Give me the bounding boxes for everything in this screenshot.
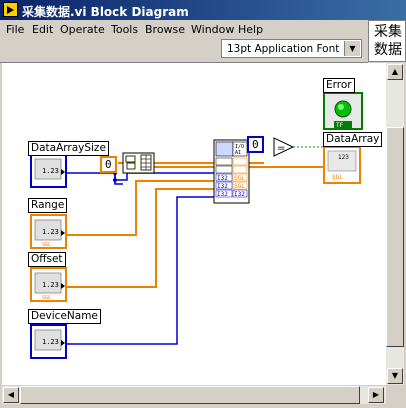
window-title: 采集数据.vi Block Diagram — [22, 5, 189, 19]
svg-text:1.23: 1.23 — [42, 338, 59, 346]
constant-zero-left[interactable]: 0 — [100, 156, 117, 173]
error-type-label: TF — [336, 122, 344, 129]
scroll-left-icon[interactable]: ◀ — [3, 387, 19, 403]
menu-bar: File Edit Operate Tools Browse Window He… — [0, 20, 368, 38]
svg-text:I32: I32 — [217, 175, 228, 182]
font-select[interactable]: 13pt Application Font ▼ — [221, 39, 362, 58]
menu-tools[interactable]: Tools — [111, 23, 138, 36]
horizontal-scroll-thumb[interactable] — [20, 386, 360, 404]
scroll-down-icon[interactable]: ▼ — [387, 368, 403, 384]
control-terminal-devicename[interactable]: 1.23 — [30, 324, 67, 359]
svg-text:I32: I32 — [217, 191, 228, 198]
vi-icon-text-line1: 采集 — [374, 24, 402, 40]
font-select-value: 13pt Application Font — [227, 43, 340, 55]
horizontal-scrollbar[interactable]: ◀ ▶ — [2, 386, 386, 404]
vi-icon-text-line2: 数据 — [374, 42, 402, 58]
control-terminal-dataarraysize[interactable]: 1.23 — [30, 153, 67, 188]
data-array-type-label: 123 — [338, 154, 349, 161]
control-terminal-offset[interactable]: 1.23 SGL — [30, 267, 67, 302]
menu-edit[interactable]: Edit — [32, 23, 53, 36]
scroll-up-icon[interactable]: ▲ — [387, 64, 403, 80]
menu-help[interactable]: Help — [238, 23, 263, 36]
svg-text:SGL: SGL — [42, 242, 51, 248]
svg-text:I32: I32 — [217, 183, 228, 190]
data-array-subtype-label: SGL — [332, 174, 343, 181]
svg-text:1.23: 1.23 — [42, 281, 59, 289]
svg-text:=: = — [277, 143, 285, 154]
label-error[interactable]: Error — [323, 78, 355, 93]
block-diagram-canvas[interactable]: I/O AI I32 I32 I32 SGL SGL I32 = TF 123 … — [2, 63, 386, 385]
labview-app-icon[interactable] — [3, 2, 18, 17]
vertical-scroll-thumb[interactable] — [386, 127, 404, 347]
menu-browse[interactable]: Browse — [145, 23, 185, 36]
label-offset[interactable]: Offset — [28, 252, 66, 267]
vi-icon-text: 采集 数据 — [372, 23, 404, 59]
svg-text:1.23: 1.23 — [42, 228, 59, 236]
control-terminal-range[interactable]: 1.23 SGL — [30, 214, 67, 249]
chevron-down-icon[interactable]: ▼ — [344, 41, 360, 56]
label-range[interactable]: Range — [28, 198, 68, 213]
vertical-scrollbar[interactable]: ▲ ▼ — [386, 63, 404, 385]
scroll-right-icon[interactable]: ▶ — [368, 387, 384, 403]
svg-text:I32: I32 — [234, 191, 245, 198]
svg-text:AI: AI — [235, 150, 241, 156]
menu-operate[interactable]: Operate — [60, 23, 105, 36]
vi-icon-panel[interactable]: 采集 数据 — [368, 20, 406, 62]
svg-text:SGL: SGL — [234, 183, 245, 190]
diagram-wires: I/O AI I32 I32 I32 SGL SGL I32 = TF 123 … — [30, 92, 363, 359]
label-dataarraysize[interactable]: DataArraySize — [28, 141, 109, 156]
title-bar: 采集数据.vi Block Diagram — [0, 0, 406, 20]
constant-zero-right[interactable]: 0 — [247, 136, 264, 153]
svg-text:SGL: SGL — [42, 295, 51, 301]
menu-file[interactable]: File — [6, 23, 24, 36]
svg-text:SGL: SGL — [234, 175, 245, 182]
label-dataarray[interactable]: DataArray — [323, 132, 383, 147]
label-devicename[interactable]: DeviceName — [28, 309, 101, 324]
svg-text:1.23: 1.23 — [42, 167, 59, 175]
menu-window[interactable]: Window — [191, 23, 234, 36]
